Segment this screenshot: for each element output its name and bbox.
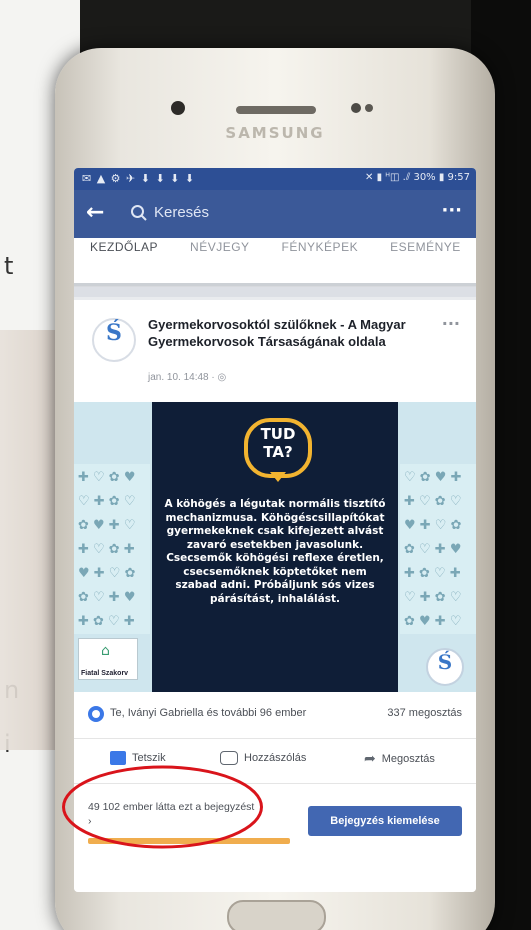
fiatal-logo-text: Fiatal Szakorv xyxy=(81,670,129,677)
status-bar: ✉ ▲ ⚙ ✈ ⬇ ⬇ ⬇ ⬇ ✕ ▮ ᴴ◫ .⫽ 30% ▮ 9:57 xyxy=(74,168,476,190)
tab-divider xyxy=(74,283,476,286)
pattern-left: ✚ ♡ ✿ ♥ ♡ ✚ ✿ ♡ ✿ ♥ ✚ ♡ ✚ ♡ ✿ ✚ ♥ ✚ ♡ ✿ … xyxy=(74,464,150,634)
search-box[interactable]: Keresés xyxy=(126,198,416,228)
tudta-badge-line1: TUD xyxy=(260,425,296,443)
edge-letter-1: t xyxy=(4,252,14,280)
tab-home[interactable]: KEZDŐLAP xyxy=(90,240,158,254)
shares-count[interactable]: 337 megosztás xyxy=(387,707,462,719)
post-image[interactable]: ✚ ♡ ✿ ♥ ♡ ✚ ✿ ♡ ✿ ♥ ✚ ♡ ✚ ♡ ✿ ✚ ♥ ✚ ♡ ✿ … xyxy=(74,402,476,692)
status-left-icons: ✉ ▲ ⚙ ✈ ⬇ ⬇ ⬇ ⬇ xyxy=(82,172,196,185)
tab-about[interactable]: NÉVJEGY xyxy=(190,240,250,254)
fiatal-logo-icon: ⌂ xyxy=(101,643,110,659)
speech-bubble-tail xyxy=(270,472,286,482)
pattern-right: ♡ ✿ ♥ ✚ ✚ ♡ ✿ ♡ ♥ ✚ ♡ ✿ ✿ ♡ ✚ ♥ ✚ ✿ ♡ ✚ … xyxy=(400,464,476,634)
fiatal-logo: ⌂ Fiatal Szakorv xyxy=(78,638,138,680)
post-page-title[interactable]: Gyermekorvosoktól szülőknek - A Magyar G… xyxy=(148,316,428,350)
post-timestamp[interactable]: jan. 10. 14:48 · ◎ xyxy=(148,372,226,383)
proximity-sensor xyxy=(351,103,361,113)
tudta-badge: TUD TA? xyxy=(244,418,312,478)
reactions-summary[interactable]: Te, Iványi Gabriella és további 96 ember xyxy=(110,707,306,719)
page-logo-icon: Ś xyxy=(106,320,122,346)
tudta-infographic: TUD TA? A köhögés a légutak normális tis… xyxy=(152,402,398,692)
feed-separator xyxy=(74,287,476,297)
share-icon: ➦ xyxy=(364,751,376,767)
boost-post-button[interactable]: Bejegyzés kiemelése xyxy=(308,806,462,836)
tudta-body-text: A köhögés a légutak normális tisztító me… xyxy=(164,498,386,605)
photo-scene: t n i SAMSUNG ✉ ▲ ⚙ ✈ ⬇ ⬇ ⬇ ⬇ ✕ ▮ ᴴ◫ .⫽ … xyxy=(0,0,531,930)
phone-brand: SAMSUNG xyxy=(225,124,325,142)
search-placeholder: Keresés xyxy=(154,204,210,221)
reactions-row[interactable]: Te, Iványi Gabriella és további 96 ember… xyxy=(74,700,476,730)
front-camera xyxy=(171,101,185,115)
share-button[interactable]: ➦ Megosztás xyxy=(364,751,435,767)
home-button[interactable] xyxy=(227,900,326,930)
reaction-icon xyxy=(88,706,104,722)
share-label: Megosztás xyxy=(381,752,435,765)
page-tabs: KEZDŐLAP NÉVJEGY FÉNYKÉPEK ESEMÉNYE xyxy=(74,238,476,287)
light-sensor xyxy=(365,104,373,112)
red-circle-annotation xyxy=(62,765,263,849)
society-logo-icon: Ś xyxy=(426,648,464,686)
earpiece xyxy=(236,106,316,114)
tab-events[interactable]: ESEMÉNYE xyxy=(390,240,461,254)
status-right-info: ✕ ▮ ᴴ◫ .⫽ 30% ▮ 9:57 xyxy=(365,172,470,183)
tudta-badge-line2: TA? xyxy=(263,443,293,461)
post-menu-icon[interactable]: ··· xyxy=(442,314,460,333)
facebook-header: ← Keresés ··· xyxy=(74,190,476,238)
more-options-icon[interactable]: ··· xyxy=(441,200,462,221)
page-avatar[interactable]: Ś xyxy=(92,318,136,362)
tab-photos[interactable]: FÉNYKÉPEK xyxy=(282,240,359,254)
search-icon xyxy=(131,205,147,221)
back-arrow-icon[interactable]: ← xyxy=(86,201,104,225)
